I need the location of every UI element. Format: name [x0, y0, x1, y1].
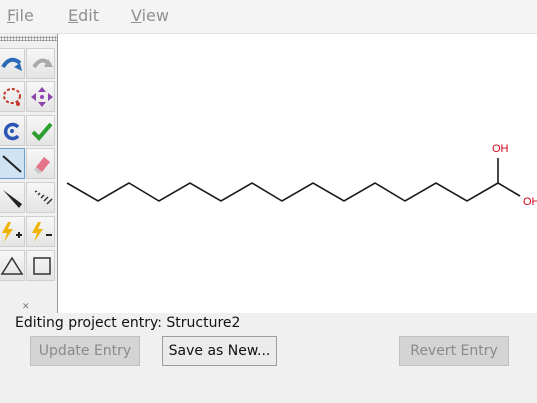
wedge-bond-button[interactable]: [0, 182, 25, 213]
lasso-select-icon: [3, 88, 21, 106]
charge-plus-icon: [2, 222, 22, 242]
square-ring-icon: [33, 257, 51, 275]
status-text: Editing project entry: Structure2: [15, 315, 241, 331]
palette-grip-handle[interactable]: [0, 36, 57, 41]
ring-square-button[interactable]: [26, 250, 55, 281]
eraser-button[interactable]: [26, 148, 55, 179]
increase-charge-button[interactable]: [0, 216, 25, 247]
single-bond-icon: [2, 155, 22, 173]
menu-file[interactable]: File: [7, 6, 34, 25]
eraser-icon: [34, 157, 50, 174]
rotate-button[interactable]: [0, 115, 25, 146]
checkmark-icon: [31, 122, 53, 141]
move-icon: [31, 87, 53, 107]
check-structure-button[interactable]: [26, 115, 55, 146]
redo-icon: [32, 58, 53, 69]
undo-button[interactable]: [0, 48, 25, 79]
rotate-icon: [3, 122, 20, 141]
drawing-canvas[interactable]: OH OH: [58, 34, 537, 313]
lasso-select-button[interactable]: [0, 81, 25, 112]
redo-button[interactable]: [26, 48, 55, 79]
tool-palette: ✕: [0, 34, 58, 313]
undo-icon: [1, 57, 22, 71]
triangle-ring-icon: [0, 256, 24, 275]
carbon-chain: [66, 182, 499, 202]
revert-entry-button[interactable]: Revert Entry: [399, 336, 509, 366]
decrease-charge-button[interactable]: [26, 216, 55, 247]
ring-triangle-button[interactable]: [0, 250, 25, 281]
molecule-structure: OH OH: [66, 143, 537, 208]
charge-minus-icon: [32, 222, 52, 242]
atom-label-oh-top: OH: [492, 143, 509, 155]
hashed-bond-icon: [34, 190, 53, 205]
palette-resize-icon[interactable]: ✕: [22, 302, 30, 312]
menu-bar: File Edit View: [0, 0, 537, 34]
atom-label-oh-right: OH: [523, 196, 537, 208]
hashed-bond-button[interactable]: [26, 182, 55, 213]
wedge-bond-icon: [3, 190, 22, 208]
save-as-new-button[interactable]: Save as New...: [162, 336, 277, 366]
move-button[interactable]: [26, 81, 55, 112]
bond-to-oh-right: [497, 182, 521, 197]
menu-view[interactable]: View: [131, 6, 169, 25]
menu-edit[interactable]: Edit: [68, 6, 99, 25]
update-entry-button[interactable]: Update Entry: [30, 336, 140, 366]
bond-tool-button[interactable]: [0, 148, 25, 179]
